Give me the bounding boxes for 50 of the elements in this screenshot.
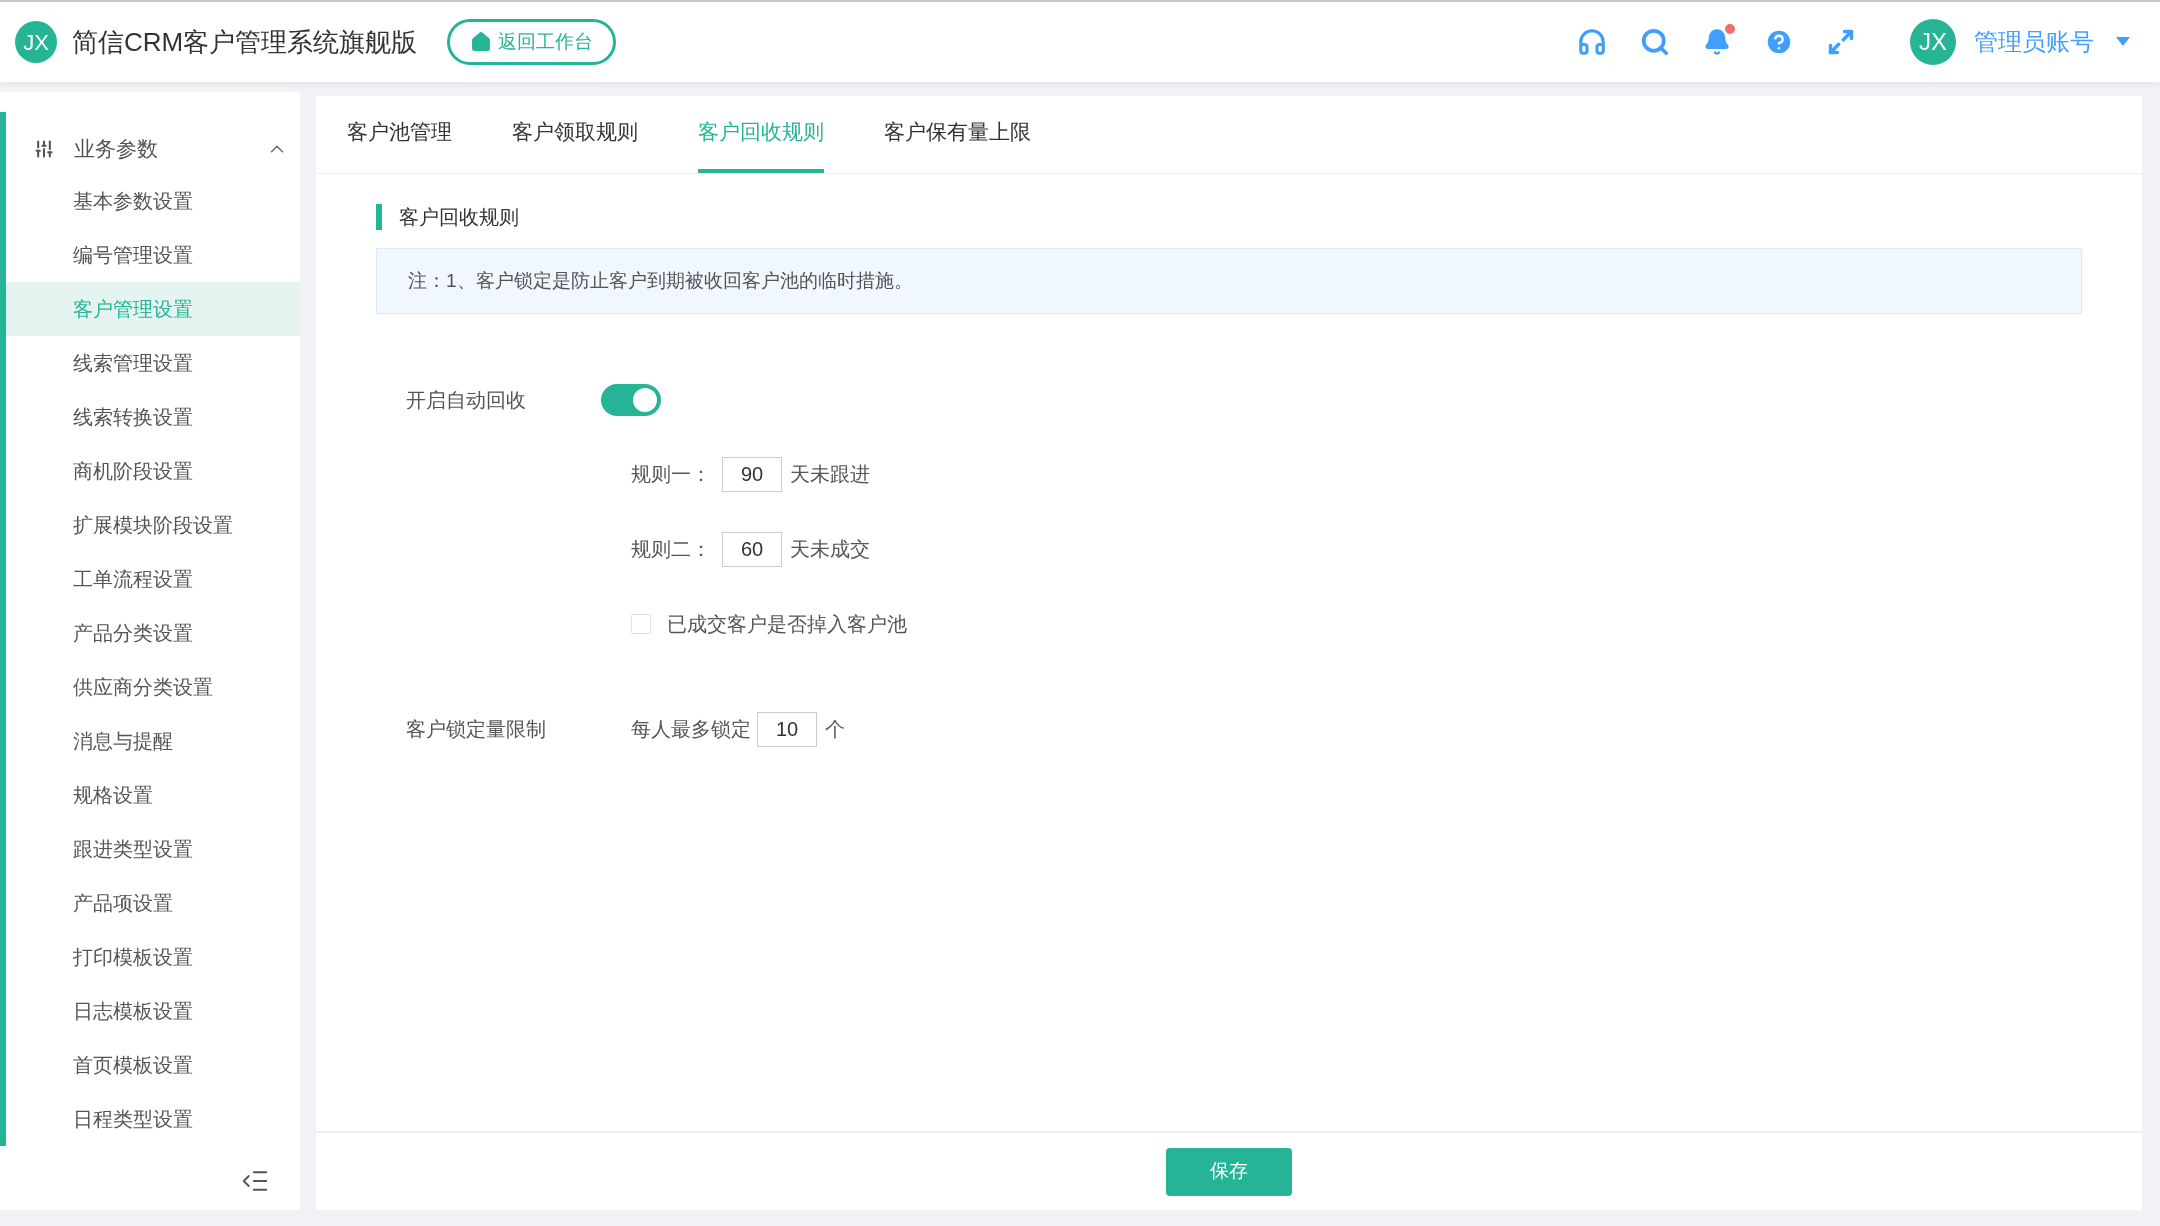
app-title: 简信CRM客户管理系统旗舰版: [72, 25, 418, 59]
field-label: 客户锁定量限制: [405, 717, 547, 742]
section-title: 客户回收规则: [399, 205, 519, 230]
menu-item[interactable]: 日志模板设置: [6, 984, 300, 1038]
menu-item[interactable]: 首页模板设置: [6, 1038, 300, 1092]
menu-item[interactable]: 规格设置: [6, 768, 300, 822]
sliders-icon: [34, 139, 54, 159]
checkbox-label: 已成交客户是否掉入客户池: [667, 612, 907, 637]
menu-item[interactable]: 扩展模块阶段设置: [6, 498, 300, 552]
menu-item[interactable]: 线索转换设置: [6, 390, 300, 444]
menu-group[interactable]: 业务参数: [6, 124, 300, 174]
tab[interactable]: 客户池管理: [347, 95, 452, 173]
tab[interactable]: 客户保有量上限: [884, 95, 1031, 173]
menu-item[interactable]: 工单流程设置: [6, 552, 300, 606]
menu-item[interactable]: 供应商分类设置: [6, 660, 300, 714]
rule-label: 规则二：: [631, 537, 712, 562]
caret-icon[interactable]: [2116, 37, 2130, 47]
menu-item[interactable]: 产品项设置: [6, 876, 300, 930]
notice-banner: 注：1、客户锁定是防止客户到期被收回客户池的临时措施。: [376, 248, 2082, 314]
checkbox[interactable]: [631, 614, 651, 634]
limit-suffix: 个: [825, 717, 845, 742]
field-label: 开启自动回收: [405, 388, 527, 413]
tab[interactable]: 客户领取规则: [512, 95, 638, 173]
menu-item[interactable]: 线索管理设置: [6, 336, 300, 390]
search-icon[interactable]: [1640, 27, 1670, 57]
menu-item[interactable]: 消息与提醒: [6, 714, 300, 768]
rule-suffix: 天未成交: [790, 537, 870, 562]
days-input[interactable]: 90: [722, 456, 782, 492]
limit-input[interactable]: 10: [757, 711, 817, 747]
headset-icon[interactable]: [1577, 27, 1607, 57]
menu-item[interactable]: 日程类型设置: [6, 1092, 300, 1146]
rule-label: 规则一：: [631, 462, 712, 487]
menu-item[interactable]: 基本参数设置: [6, 174, 300, 228]
menu-item[interactable]: 跟进类型设置: [6, 822, 300, 876]
menu-group-label: 业务参数: [74, 136, 159, 163]
limit-prefix: 每人最多锁定: [631, 717, 751, 742]
menu-item[interactable]: 打印模板设置: [6, 930, 300, 984]
menu-item[interactable]: 产品分类设置: [6, 606, 300, 660]
section-accent: [376, 204, 382, 230]
rule-suffix: 天未跟进: [790, 462, 870, 487]
menu-item[interactable]: 商机阶段设置: [6, 444, 300, 498]
toggle-switch[interactable]: [601, 384, 661, 416]
help-icon[interactable]: [1764, 27, 1794, 57]
menu-item[interactable]: 编号管理设置: [6, 228, 300, 282]
toggle-knob: [633, 388, 657, 412]
home-icon: [470, 31, 493, 53]
fullscreen-icon[interactable]: [1827, 28, 1855, 56]
logo: JX: [15, 21, 57, 63]
days-input[interactable]: 60: [722, 531, 782, 567]
notification-icon[interactable]: [1703, 28, 1731, 56]
